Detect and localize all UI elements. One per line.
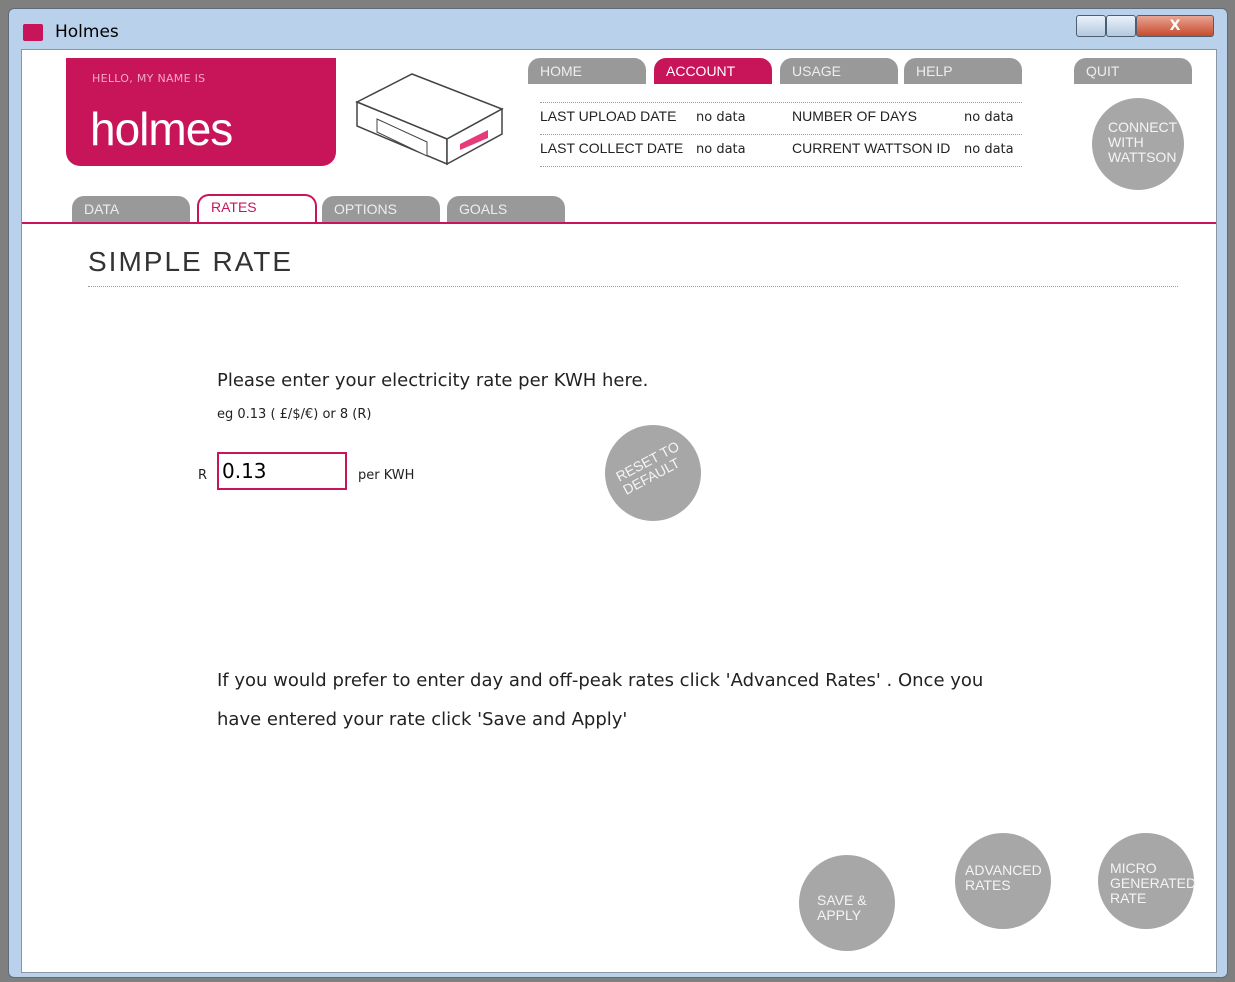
close-button[interactable]: X — [1136, 15, 1214, 37]
title-bar[interactable]: Holmes X — [9, 9, 1227, 49]
section-title: SIMPLE RATE — [88, 246, 294, 277]
tab-rates[interactable]: RATES — [197, 194, 317, 224]
rate-input[interactable]: 0.13 — [217, 452, 347, 490]
last-upload-label: LAST UPLOAD DATE — [540, 108, 677, 124]
wattson-id-value: no data — [964, 142, 1014, 157]
title-divider — [88, 286, 1178, 287]
last-collect-value: no data — [696, 142, 746, 157]
nav-quit[interactable]: QUIT — [1074, 58, 1192, 84]
currency-label: R — [198, 468, 208, 483]
unit-label: per KWH — [358, 468, 415, 483]
wattson-id-label: CURRENT WATTSON ID — [792, 140, 951, 156]
nav-usage[interactable]: USAGE — [780, 58, 898, 84]
reset-to-default-button[interactable]: RESET TO DEFAULT — [588, 408, 718, 538]
info-divider-bottom — [540, 166, 1022, 167]
tab-goals[interactable]: GOALS — [447, 196, 565, 222]
app-client-area: HELLO, MY NAME IS holmes HOME ACCOUNT US… — [21, 49, 1217, 973]
tab-options[interactable]: OPTIONS — [322, 196, 440, 222]
maximize-button[interactable] — [1106, 15, 1136, 37]
minimize-button[interactable] — [1076, 15, 1106, 37]
nav-account[interactable]: ACCOUNT — [654, 58, 772, 84]
last-upload-value: no data — [696, 110, 746, 125]
save-apply-button[interactable]: SAVE & APPLY — [799, 855, 895, 951]
tab-underline — [22, 222, 1216, 224]
brand-name: holmes — [90, 103, 233, 155]
connect-wattson-button[interactable]: CONNECT WITH WATTSON — [1092, 98, 1184, 190]
help-text-line-1: If you would prefer to enter day and off… — [217, 670, 984, 691]
tab-data[interactable]: DATA — [72, 196, 190, 222]
days-label: NUMBER OF DAYS — [792, 108, 917, 124]
last-collect-label: LAST COLLECT DATE — [540, 140, 684, 156]
advanced-rates-button[interactable]: ADVANCED RATES — [955, 833, 1051, 929]
app-icon — [23, 24, 43, 41]
nav-home[interactable]: HOME — [528, 58, 646, 84]
brand-badge: HELLO, MY NAME IS holmes — [66, 58, 336, 166]
nav-help[interactable]: HELP — [904, 58, 1022, 84]
wattson-device-illustration — [355, 73, 504, 166]
app-window: Holmes X HELLO, MY NAME IS holmes HOME A… — [8, 8, 1228, 978]
rate-prompt: Please enter your electricity rate per K… — [217, 370, 649, 391]
days-value: no data — [964, 110, 1014, 125]
info-divider-middle — [540, 134, 1022, 135]
window-title: Holmes — [55, 22, 119, 42]
micro-generated-rate-button[interactable]: MICRO GENERATED RATE — [1098, 833, 1196, 929]
rate-example: eg 0.13 ( £/$/€) or 8 (R) — [217, 407, 372, 422]
info-divider-top — [540, 102, 1022, 103]
brand-hello: HELLO, MY NAME IS — [92, 72, 206, 85]
help-text-line-2: have entered your rate click 'Save and A… — [217, 709, 628, 730]
